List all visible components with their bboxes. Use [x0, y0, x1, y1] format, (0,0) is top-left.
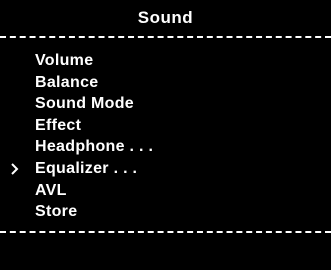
menu-item-headphone[interactable]: Headphone . . .	[0, 136, 331, 158]
sound-menu-screen: Sound Volume Balance Sound Mode Effect H…	[0, 0, 331, 270]
menu-item-label: Sound Mode	[35, 95, 134, 113]
menu-item-label: Balance	[35, 73, 99, 91]
chevron-right-icon	[10, 163, 19, 175]
menu-item-equalizer[interactable]: Equalizer . . .	[0, 158, 331, 180]
menu-item-label: AVL	[35, 181, 67, 199]
bottom-divider	[0, 231, 331, 233]
menu-item-avl[interactable]: AVL	[0, 180, 331, 202]
menu-item-effect[interactable]: Effect	[0, 115, 331, 137]
menu-item-label: Volume	[35, 52, 94, 69]
sound-menu-list: Volume Balance Sound Mode Effect Headpho…	[0, 50, 331, 223]
menu-item-store[interactable]: Store	[0, 201, 331, 223]
menu-item-balance[interactable]: Balance	[0, 72, 331, 94]
menu-item-sound-mode[interactable]: Sound Mode	[0, 93, 331, 115]
menu-item-label: Effect	[35, 116, 82, 134]
menu-title: Sound	[137, 8, 194, 27]
top-divider	[0, 36, 331, 38]
menu-item-label: Store	[35, 203, 78, 221]
menu-item-volume[interactable]: Volume	[0, 50, 331, 72]
menu-item-label: Headphone . . .	[35, 138, 154, 156]
menu-item-label: Equalizer . . .	[35, 159, 138, 177]
